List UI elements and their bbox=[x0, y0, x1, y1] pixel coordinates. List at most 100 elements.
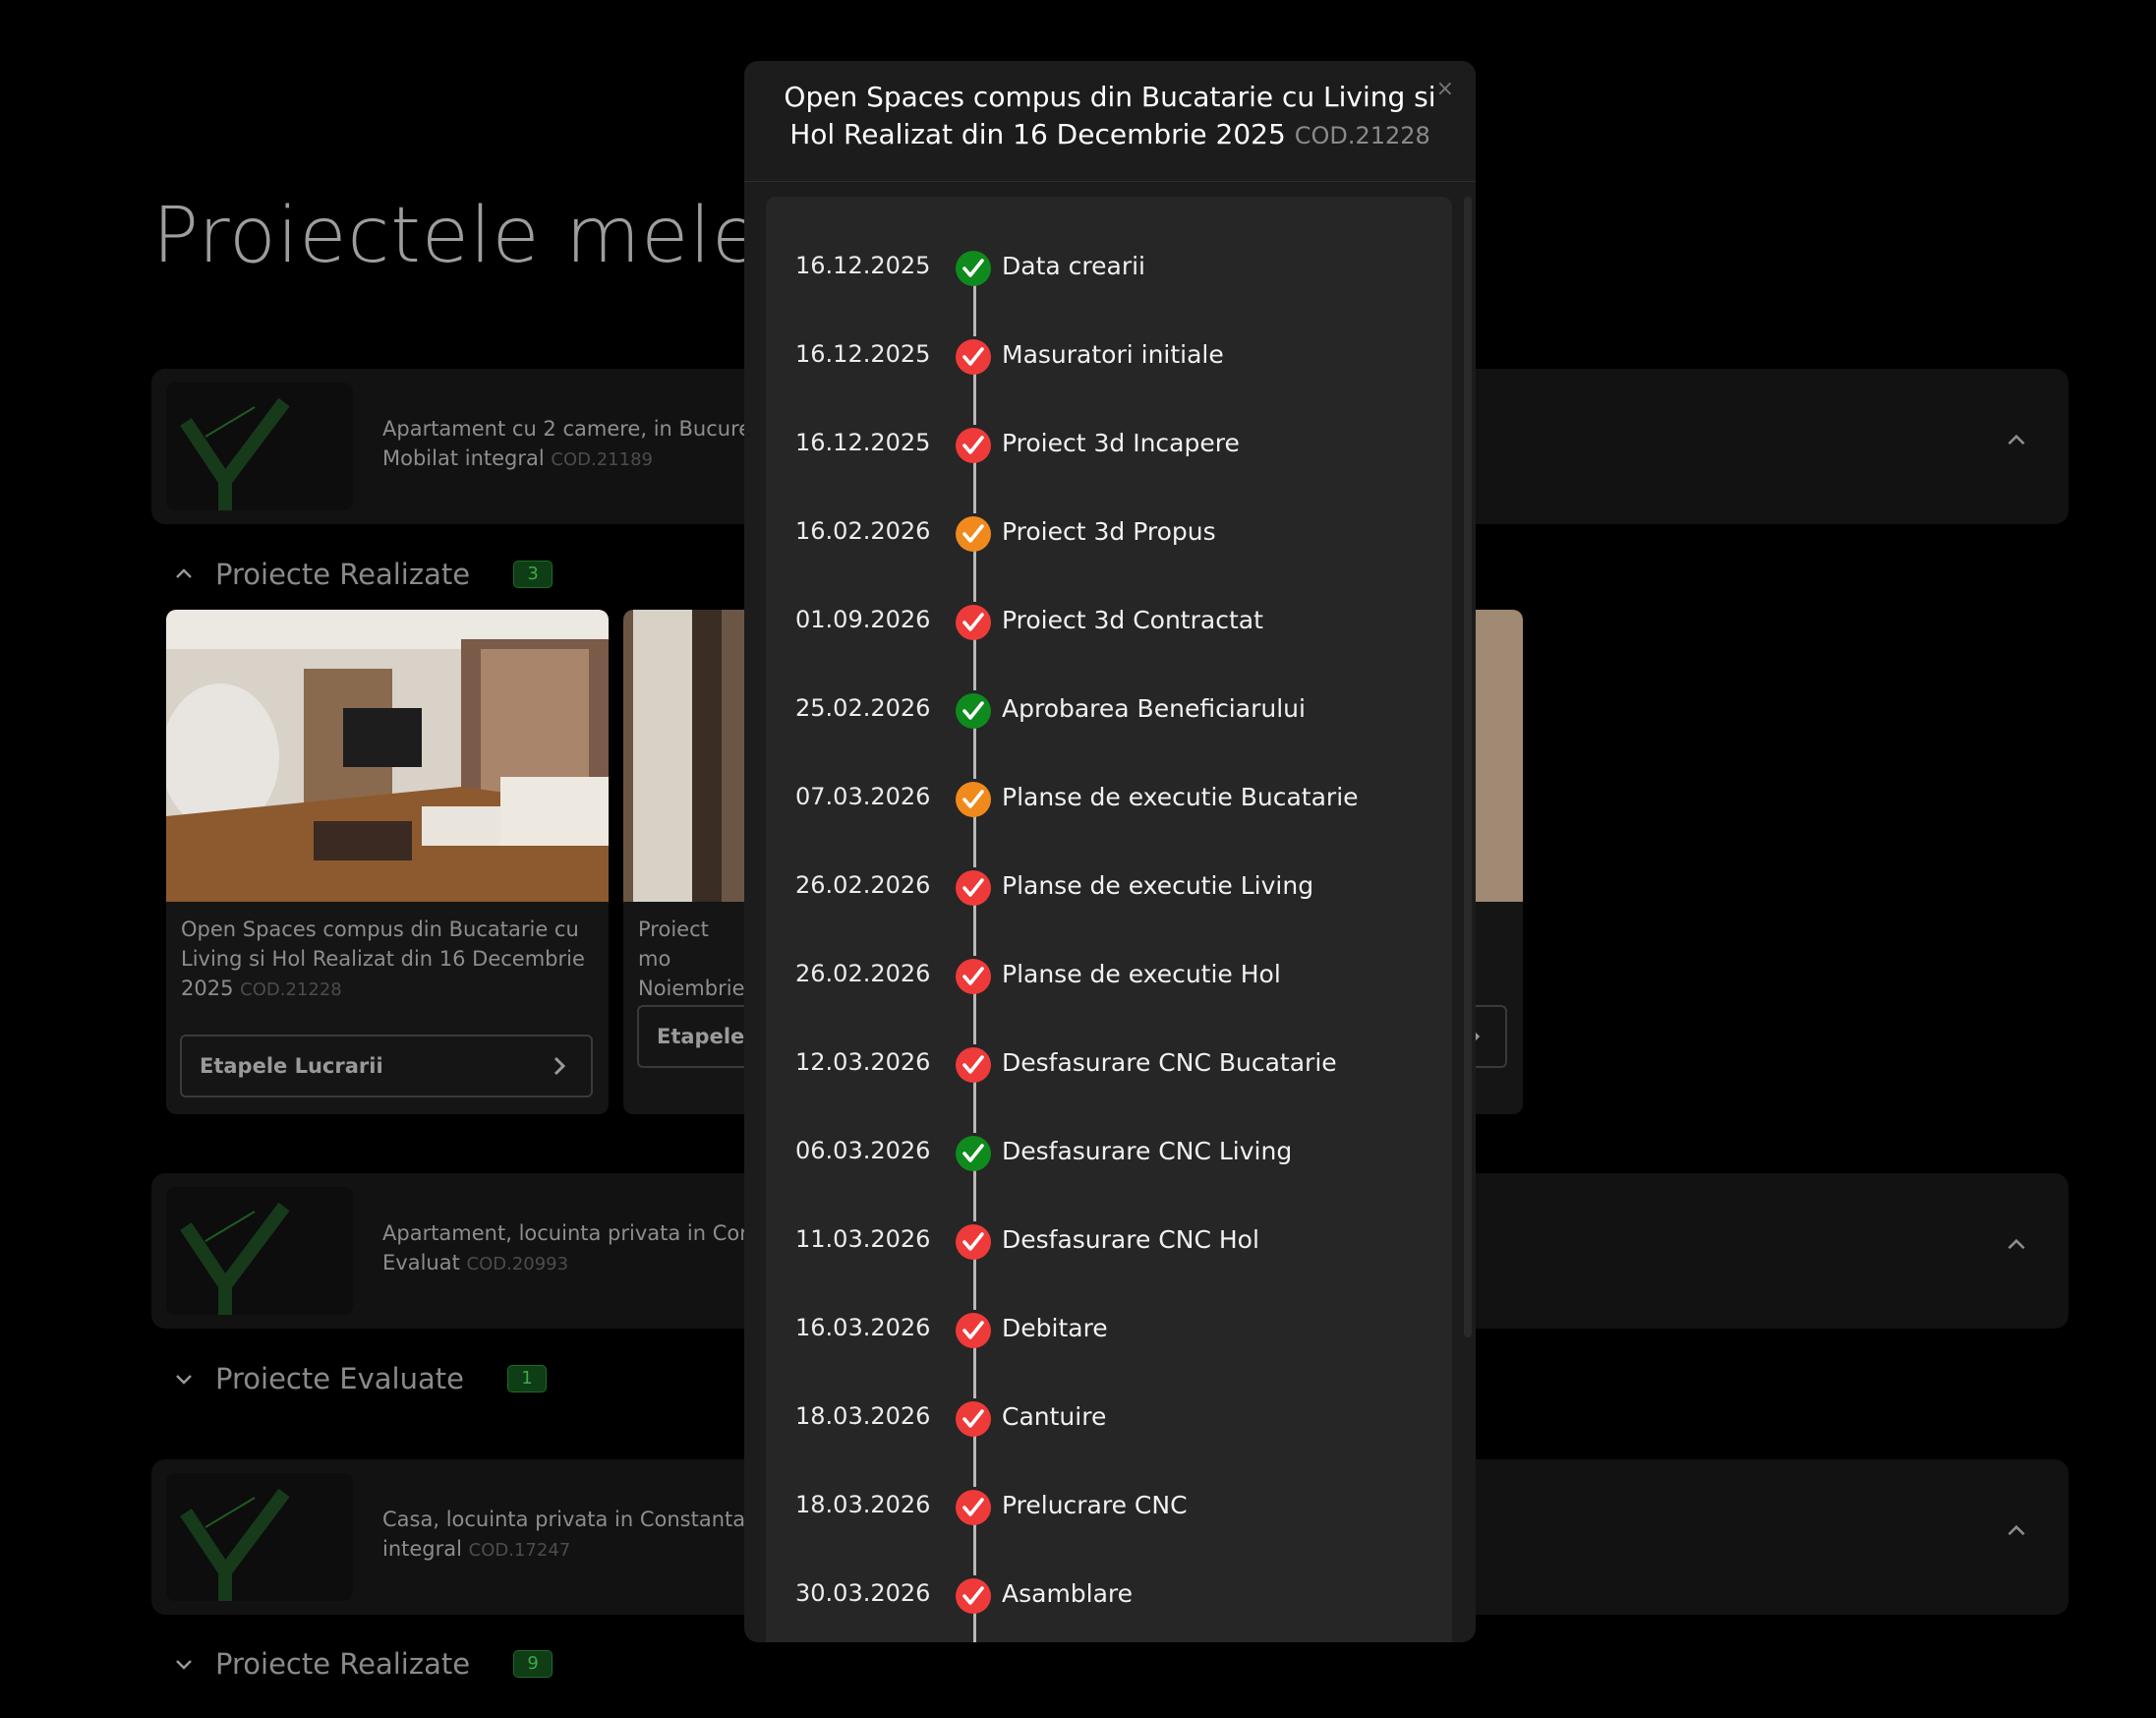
chevron-right-icon bbox=[554, 1056, 566, 1076]
realizat-code: COD.21228 bbox=[240, 979, 342, 1000]
section-label: Proiecte Evaluate bbox=[215, 1362, 464, 1395]
step-date: 30.03.2026 bbox=[795, 1579, 931, 1607]
modal-header: Open Spaces compus din Bucatarie cu Livi… bbox=[744, 61, 1476, 182]
timeline-step: 16.12.2025 Data crearii bbox=[766, 246, 1452, 289]
step-date: 26.02.2026 bbox=[795, 960, 931, 987]
timeline-step: 07.03.2026 Planse de executie Bucatarie bbox=[766, 777, 1452, 820]
checkmark-icon bbox=[956, 428, 991, 463]
timeline-connector bbox=[973, 1347, 976, 1398]
section-header[interactable]: Proiecte Evaluate 1 bbox=[172, 1357, 547, 1400]
timeline-step: 16.02.2026 Proiect 3d Propus bbox=[766, 511, 1452, 555]
project-status: Mobilat integral bbox=[382, 446, 545, 470]
step-label: Debitare bbox=[1002, 1314, 1108, 1342]
close-icon[interactable]: × bbox=[1436, 77, 1454, 101]
logo-icon bbox=[166, 1187, 353, 1315]
checkmark-icon bbox=[956, 605, 991, 640]
timeline-connector bbox=[973, 462, 976, 513]
project-logo-thumb bbox=[166, 1473, 353, 1601]
step-label: Proiect 3d Incapere bbox=[1002, 429, 1240, 457]
step-label: Aprobarea Beneficiarului bbox=[1002, 694, 1306, 723]
section-header[interactable]: Proiecte Realizate 3 bbox=[172, 553, 554, 596]
timeline-step: 11.03.2026 Desfasurare CNC Hol bbox=[766, 1219, 1452, 1263]
realizat-title: Proiect mo Noiembrie bbox=[638, 918, 745, 1000]
checkmark-icon bbox=[956, 1401, 991, 1437]
project-code: COD.17247 bbox=[468, 1540, 571, 1561]
chevron-up-icon[interactable] bbox=[2004, 428, 2029, 453]
timeline-connector bbox=[973, 285, 976, 336]
timeline-step: 25.02.2026 Aprobarea Beneficiarului bbox=[766, 688, 1452, 732]
realizat-card[interactable]: Open Spaces compus din Bucatarie cu Livi… bbox=[166, 610, 609, 1114]
checkmark-icon bbox=[956, 782, 991, 817]
project-logo-thumb bbox=[166, 383, 353, 510]
timeline-connector bbox=[973, 1259, 976, 1310]
count-badge: 1 bbox=[506, 1365, 547, 1392]
timeline-step: 06.03.2026 Desfasurare CNC Living bbox=[766, 1131, 1452, 1174]
checkmark-icon bbox=[956, 870, 991, 906]
chevron-up-icon[interactable] bbox=[2004, 1518, 2029, 1544]
step-date: 25.02.2026 bbox=[795, 694, 931, 722]
timeline-connector bbox=[973, 374, 976, 425]
timeline-step: 16.12.2025 Proiect 3d Incapere bbox=[766, 423, 1452, 466]
timeline-step: 26.02.2026 Planse de executie Living bbox=[766, 865, 1452, 909]
timeline-step: 18.03.2026 Prelucrare CNC bbox=[766, 1485, 1452, 1528]
checkmark-icon bbox=[956, 516, 991, 552]
project-title: Apartament cu 2 camere, in Bucure bbox=[382, 417, 752, 441]
step-date: 16.03.2026 bbox=[795, 1314, 931, 1341]
project-code: COD.20993 bbox=[466, 1254, 569, 1274]
step-label: Data crearii bbox=[1002, 252, 1145, 280]
stages-button-label: Etapele bbox=[657, 1025, 745, 1048]
checkmark-icon bbox=[956, 1490, 991, 1525]
timeline-step: 16.12.2025 Masuratori initiale bbox=[766, 334, 1452, 378]
step-label: Cantuire bbox=[1002, 1402, 1107, 1431]
count-badge: 3 bbox=[513, 561, 554, 588]
project-title: Casa, locuinta privata in Constanta, bbox=[382, 1508, 752, 1531]
chevron-up-icon[interactable] bbox=[2004, 1232, 2029, 1258]
step-label: Masuratori initiale bbox=[1002, 340, 1224, 369]
project-photo bbox=[166, 610, 609, 902]
timeline-step: 12.03.2026 Desfasurare CNC Bucatarie bbox=[766, 1042, 1452, 1086]
chevron-down-icon bbox=[176, 1375, 192, 1385]
modal-scrollbar[interactable] bbox=[1464, 197, 1472, 1337]
chevron-up-icon bbox=[176, 568, 192, 578]
project-title: Apartament, locuinta privata in Cor bbox=[382, 1221, 748, 1245]
timeline-step: 01.09.2026 Proiect 3d Contractat bbox=[766, 600, 1452, 643]
checkmark-icon bbox=[956, 1578, 991, 1614]
step-label: Prelucrare CNC bbox=[1002, 1491, 1188, 1519]
stages-timeline: 16.12.2025 Data crearii 16.12.2025 Masurato… bbox=[766, 197, 1452, 1642]
logo-icon bbox=[166, 1473, 353, 1601]
timeline-step: 16.03.2026 Debitare bbox=[766, 1308, 1452, 1351]
modal-title: Open Spaces compus din Bucatarie cu Livi… bbox=[764, 79, 1456, 154]
page-title: Proiectele mele bbox=[152, 192, 760, 280]
checkmark-icon bbox=[956, 1136, 991, 1171]
section-header[interactable]: Proiecte Realizate 9 bbox=[172, 1642, 554, 1686]
checkmark-icon bbox=[956, 693, 991, 729]
step-date: 07.03.2026 bbox=[795, 783, 931, 810]
logo-icon bbox=[166, 383, 353, 510]
step-label: Proiect 3d Contractat bbox=[1002, 606, 1263, 634]
modal-code: COD.21228 bbox=[1294, 122, 1430, 149]
step-label: Asamblare bbox=[1002, 1579, 1134, 1608]
step-label: Planse de executie Bucatarie bbox=[1002, 783, 1359, 811]
checkmark-icon bbox=[956, 1047, 991, 1083]
step-date: 06.03.2026 bbox=[795, 1137, 931, 1164]
project-stages-modal: Open Spaces compus din Bucatarie cu Livi… bbox=[744, 61, 1476, 1642]
checkmark-icon bbox=[956, 339, 991, 375]
timeline-connector bbox=[973, 551, 976, 602]
step-date: 16.12.2025 bbox=[795, 340, 931, 368]
step-date: 18.03.2026 bbox=[795, 1491, 931, 1518]
step-date: 26.02.2026 bbox=[795, 871, 931, 899]
checkmark-icon bbox=[956, 1224, 991, 1260]
project-status: Evaluat bbox=[382, 1251, 460, 1274]
checkmark-icon bbox=[956, 1313, 991, 1348]
stages-button[interactable]: Etapele Lucrarii bbox=[180, 1035, 593, 1097]
step-date: 01.09.2026 bbox=[795, 606, 931, 633]
project-code: COD.21189 bbox=[551, 449, 653, 470]
project-logo-thumb bbox=[166, 1187, 353, 1315]
step-date: 16.02.2026 bbox=[795, 517, 931, 545]
timeline-connector bbox=[973, 728, 976, 779]
step-date: 16.12.2025 bbox=[795, 252, 931, 279]
project-status: integral bbox=[382, 1537, 462, 1561]
timeline-step: 26.02.2026 Planse de executie Hol bbox=[766, 954, 1452, 997]
timeline-connector bbox=[973, 905, 976, 956]
step-date: 18.03.2026 bbox=[795, 1402, 931, 1430]
